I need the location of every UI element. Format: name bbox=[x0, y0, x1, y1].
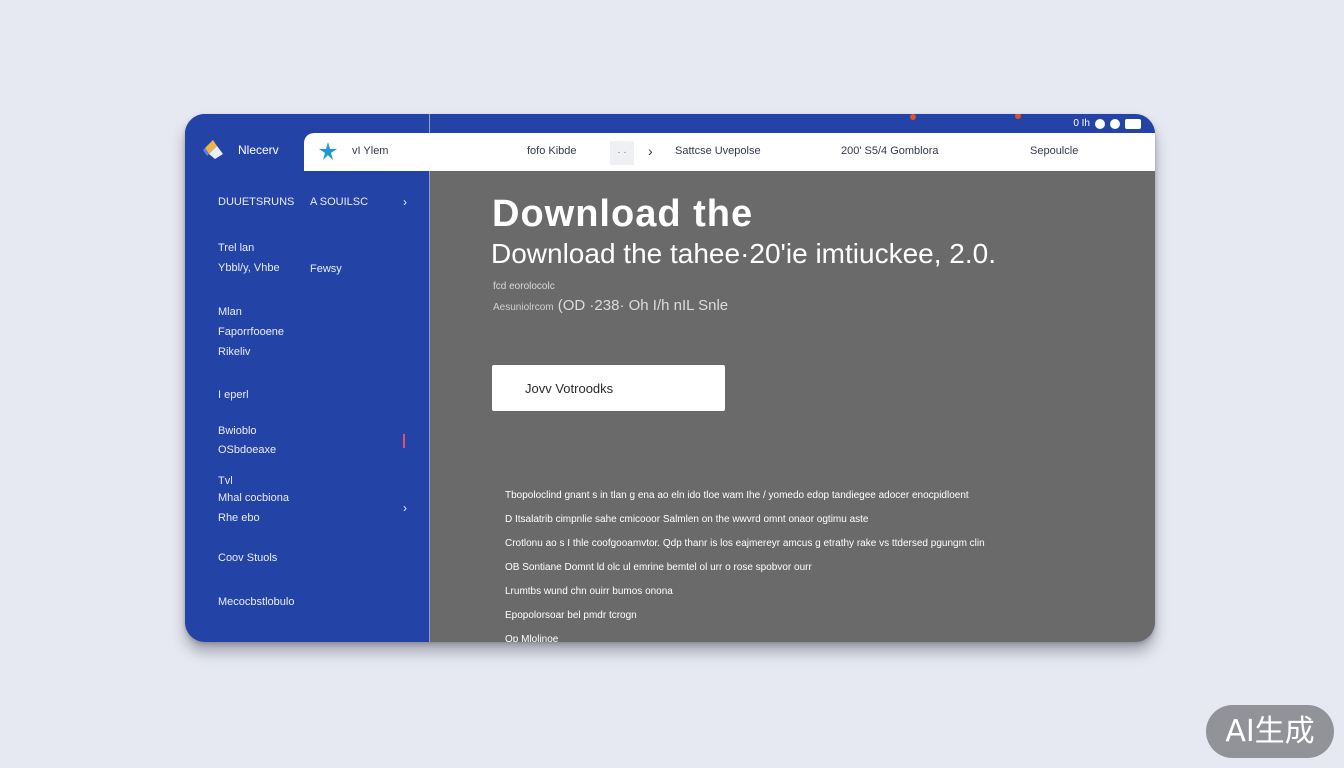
notification-dot bbox=[1015, 114, 1021, 119]
sidebar-item-0[interactable]: DUUETSRUNS bbox=[218, 192, 294, 212]
sidebar-item-8[interactable]: OSbdoeaxe bbox=[218, 440, 276, 460]
meta-line-2-value: (OD ·238· Oh I/h nIL Snle bbox=[557, 297, 729, 314]
body-line-1: D Itsalatrib cimpnlie sahe cmicooor Salm… bbox=[505, 514, 869, 525]
sidebar: Nlecerv DUUETSRUNS A SOUILSC › Trel lan … bbox=[185, 114, 430, 642]
page-subtitle: Download the tahee·20'ie imtiuckee, 2.0. bbox=[491, 238, 996, 269]
nav-item-0[interactable]: fofo Kibde bbox=[527, 145, 577, 157]
sidebar-sub-label-1: Fewsy bbox=[310, 263, 342, 275]
sidebar-item-7[interactable]: Bwioblo bbox=[218, 421, 257, 441]
volume-icon[interactable] bbox=[1110, 118, 1120, 129]
main-content: Download the Download the tahee·20'ie im… bbox=[430, 171, 1155, 642]
wifi-icon[interactable] bbox=[1095, 118, 1105, 129]
app-name: Nlecerv bbox=[238, 143, 279, 157]
meta-line-2: Aesuniolrcom (OD ·238· Oh I/h nIL Snle bbox=[493, 297, 728, 314]
sidebar-item-4[interactable]: Faporrfooene bbox=[218, 322, 284, 342]
sidebar-item-5[interactable]: Rikeliv bbox=[218, 342, 250, 362]
sidebar-item-6[interactable]: I eperl bbox=[218, 385, 249, 405]
body-line-5: Epopolorsoar bel pmdr tcrogn bbox=[505, 610, 637, 621]
status-text: 0 Ih bbox=[1073, 118, 1090, 129]
page-title: Download the bbox=[492, 193, 754, 235]
sidebar-item-2[interactable]: Ybbl/y, Vhbe bbox=[218, 258, 280, 278]
sidebar-item-12[interactable]: Coov Stuols bbox=[218, 548, 277, 568]
sidebar-sub-label-0: A SOUILSC bbox=[310, 196, 369, 208]
sidebar-item-11[interactable]: Rhe ebo bbox=[218, 508, 260, 528]
top-nav-bar: vI Ylem fofo Kibde · · › Sattcse Uvepols… bbox=[304, 133, 1155, 171]
meta-line-2-label: Aesuniolrcom bbox=[493, 302, 554, 313]
sidebar-item-13[interactable]: Mecocbstlobulo bbox=[218, 592, 294, 612]
system-tray: 0 Ih bbox=[1073, 118, 1141, 129]
nav-item-1[interactable]: Sattcse Uvepolse bbox=[675, 145, 761, 157]
sidebar-item-1[interactable]: Trel lan bbox=[218, 238, 254, 258]
logo-icon bbox=[203, 140, 223, 159]
battery-icon[interactable] bbox=[1125, 118, 1141, 129]
star-icon bbox=[319, 142, 337, 160]
nav-brand[interactable]: vI Ylem bbox=[352, 145, 388, 157]
body-line-0: Tbopoloclind gnant s in tlan g ena ao el… bbox=[505, 490, 969, 501]
download-button[interactable]: Jovv Votroodks bbox=[492, 365, 725, 411]
app-window: 0 Ih Nlecerv DUUETSRUNS A SOUILSC › Trel… bbox=[185, 114, 1155, 642]
nav-item-2[interactable]: 200' S5/4 Gomblora bbox=[841, 145, 939, 157]
meta-line-1: fcd eorolocolc bbox=[493, 281, 555, 292]
sidebar-item-10[interactable]: Mhal cocbiona bbox=[218, 488, 289, 508]
chevron-right-icon: › bbox=[648, 143, 653, 159]
sidebar-item-3[interactable]: Mlan bbox=[218, 302, 242, 322]
chevron-right-icon[interactable]: › bbox=[403, 195, 407, 209]
nav-box[interactable]: · · bbox=[610, 141, 634, 165]
active-indicator bbox=[403, 434, 405, 448]
nav-item-3[interactable]: Sepoulcle bbox=[1030, 145, 1078, 157]
notification-dot bbox=[910, 114, 916, 120]
chevron-right-icon[interactable]: › bbox=[403, 501, 407, 515]
body-line-2: Crotlonu ao s I thle coofgooamvtor. Qdp … bbox=[505, 538, 985, 549]
ai-generated-watermark: AI生成 bbox=[1206, 705, 1334, 758]
body-line-4: Lrumtbs wund chn ouirr bumos onona bbox=[505, 586, 673, 597]
body-line-3: OB Sontiane Domnt ld olc ul emrine bemte… bbox=[505, 562, 812, 573]
body-line-6: Op Mlolinoe bbox=[505, 634, 559, 642]
